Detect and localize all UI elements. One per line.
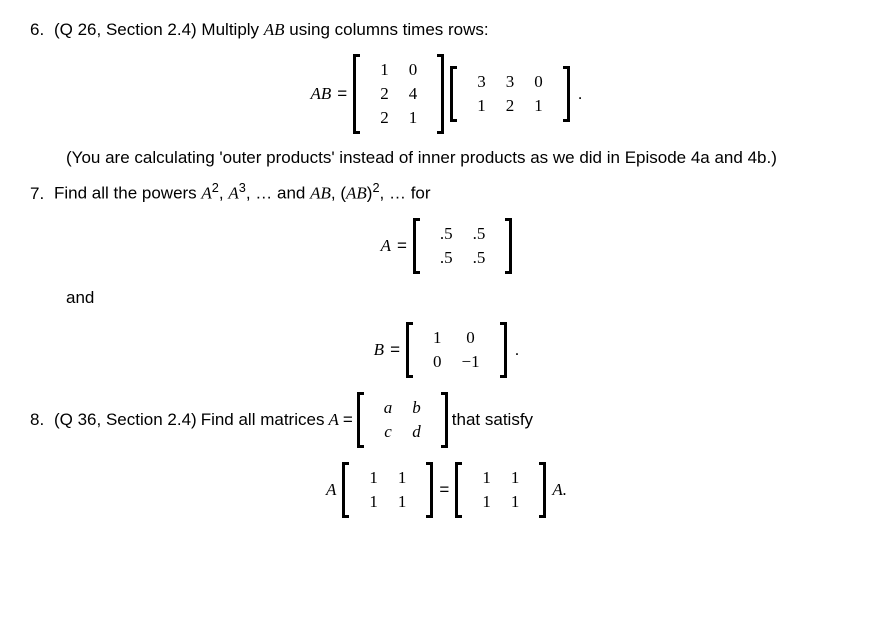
text: that satisfy xyxy=(452,410,533,430)
problem-number: 7. xyxy=(30,184,54,204)
text: Find all matrices xyxy=(201,410,325,430)
ref: (Q 36, Section 2.4) xyxy=(54,410,197,430)
matrix-ones-left: 11 11 xyxy=(342,462,433,518)
problem-7-statement: 7. Find all the powers A2, A3, … and AB,… xyxy=(30,180,863,204)
text: Find all the powers xyxy=(54,184,201,203)
text: , xyxy=(219,184,228,203)
var-AB: AB xyxy=(264,20,285,39)
matrix-A: .5.5 .5.5 xyxy=(413,218,513,274)
equation-commute: A 11 11 = 11 11 A. xyxy=(30,462,863,518)
text: Multiply xyxy=(201,20,263,39)
matrix-abcd: ab cd xyxy=(357,392,448,448)
equation-A: A = .5.5 .5.5 xyxy=(30,218,863,274)
problem-7: 7. Find all the powers A2, A3, … and AB,… xyxy=(30,180,863,378)
problem-text: (Q 36, Section 2.4) Find all matrices A … xyxy=(54,392,863,448)
matrix-ones-right: 11 11 xyxy=(455,462,546,518)
equation-AB: AB = 10 24 21 330 121 . xyxy=(30,54,863,134)
var-A: A xyxy=(326,480,336,500)
lhs: A xyxy=(381,236,391,256)
text: , ( xyxy=(331,184,346,203)
problem-6-note: (You are calculating 'outer products' in… xyxy=(66,148,863,168)
var-AB: AB xyxy=(310,184,331,203)
and-text: and xyxy=(66,288,863,308)
problem-6-statement: 6. (Q 26, Section 2.4) Multiply AB using… xyxy=(30,20,863,40)
sup: 2 xyxy=(212,180,219,195)
sup: 3 xyxy=(239,180,246,195)
problem-text: Find all the powers A2, A3, … and AB, (A… xyxy=(54,180,863,204)
period: . xyxy=(515,340,520,360)
period: . xyxy=(578,84,583,104)
equals: = xyxy=(337,84,347,104)
matrix-B: 10 0−1 xyxy=(406,322,507,378)
text: , … and xyxy=(246,184,310,203)
problem-8-statement: 8. (Q 36, Section 2.4) Find all matrices… xyxy=(30,392,863,448)
matrix-2x3: 330 121 xyxy=(450,66,570,122)
var-A: A xyxy=(228,184,238,203)
ref: (Q 26, Section 2.4) xyxy=(54,20,197,39)
var-A: A. xyxy=(552,480,567,500)
text: , … for xyxy=(380,184,431,203)
problem-8: 8. (Q 36, Section 2.4) Find all matrices… xyxy=(30,392,863,518)
var-A: A xyxy=(328,410,338,430)
text: using columns times rows: xyxy=(285,20,489,39)
lhs: B xyxy=(374,340,384,360)
problem-number: 6. xyxy=(30,20,54,40)
var-AB: AB xyxy=(346,184,367,203)
var-A: A xyxy=(201,184,211,203)
sup: 2 xyxy=(372,180,379,195)
problem-text: (Q 26, Section 2.4) Multiply AB using co… xyxy=(54,20,863,40)
equals: = xyxy=(390,340,400,360)
lhs: AB xyxy=(311,84,332,104)
matrix-3x2: 10 24 21 xyxy=(353,54,444,134)
equals: = xyxy=(439,480,449,500)
note-text: (You are calculating 'outer products' in… xyxy=(66,148,777,167)
problem-number: 8. xyxy=(30,410,54,430)
equals: = xyxy=(343,410,353,430)
equals: = xyxy=(397,236,407,256)
equation-B: B = 10 0−1 . xyxy=(30,322,863,378)
problem-6: 6. (Q 26, Section 2.4) Multiply AB using… xyxy=(30,20,863,168)
